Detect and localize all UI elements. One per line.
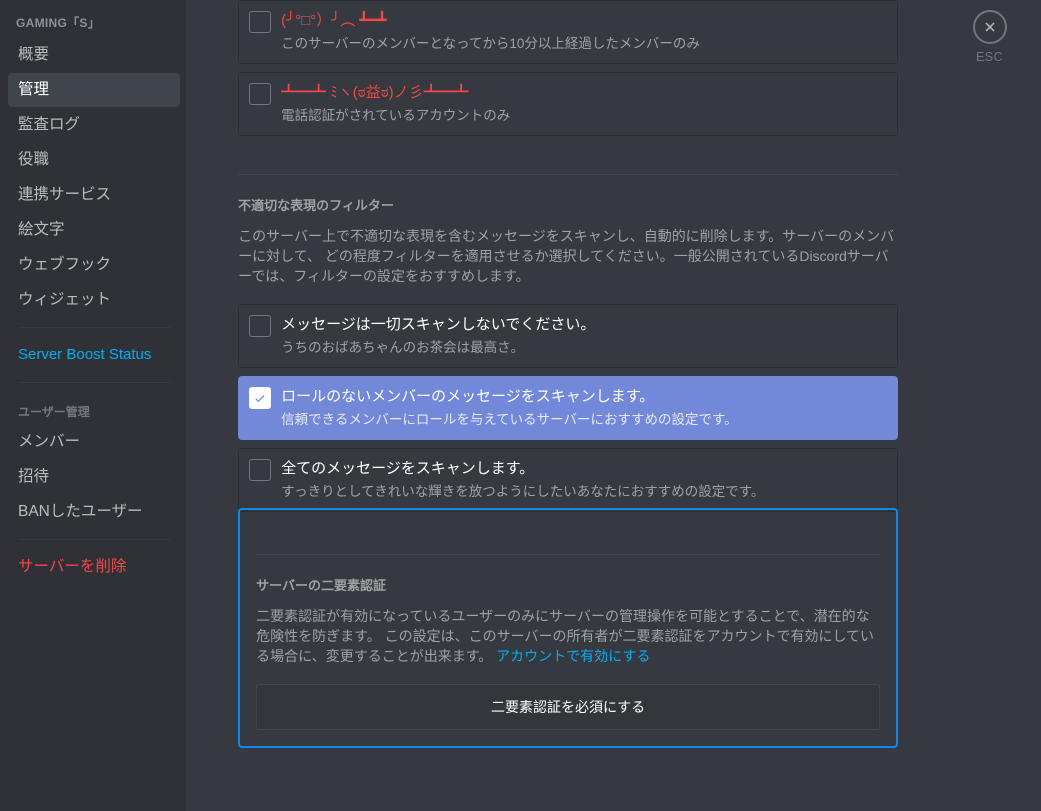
option-desc: すっきりとしてきれいな輝きを放つようにしたいあなたにおすすめの設定です。 bbox=[281, 483, 887, 501]
checkbox-icon bbox=[249, 83, 271, 105]
content-area: (╯°□°）╯︵ ┻━┻ このサーバーのメンバーとなってから10分以上経過したメ… bbox=[186, 0, 938, 811]
close-label: ESC bbox=[976, 50, 1003, 64]
filter-section-title: 不適切な表現のフィルター bbox=[238, 195, 898, 214]
sidebar-item-delete-server[interactable]: サーバーを削除 bbox=[8, 550, 180, 584]
sidebar-item-emoji[interactable]: 絵文字 bbox=[8, 213, 180, 247]
sidebar-item-moderation[interactable]: 管理 bbox=[8, 73, 180, 107]
verification-option-highest[interactable]: ┻━┻ ﾐヽ(ಠ益ಠ)ノ彡┻━┻ 電話認証がされているアカウントのみ bbox=[238, 72, 898, 136]
filter-option-all[interactable]: 全てのメッセージをスキャンします。 すっきりとしてきれいな輝きを放つようにしたい… bbox=[238, 448, 898, 512]
close-button[interactable] bbox=[973, 10, 1007, 44]
sidebar-item-audit-log[interactable]: 監査ログ bbox=[8, 108, 180, 142]
checkbox-icon bbox=[249, 387, 271, 409]
option-title: ┻━┻ ﾐヽ(ಠ益ಠ)ノ彡┻━┻ bbox=[281, 83, 887, 103]
sidebar-item-invites[interactable]: 招待 bbox=[8, 460, 180, 494]
sidebar-section-user-mgmt: ユーザー管理 bbox=[8, 393, 180, 424]
section-divider bbox=[238, 174, 898, 175]
checkbox-icon bbox=[249, 315, 271, 337]
option-desc: 信頼できるメンバーにロールを与えているサーバーにおすすめの設定です。 bbox=[281, 411, 887, 429]
twofa-section-title: サーバーの二要素認証 bbox=[256, 575, 880, 594]
sidebar-item-roles[interactable]: 役職 bbox=[8, 143, 180, 177]
filter-option-none[interactable]: メッセージは一切スキャンしないでください。 うちのおばあちゃんのお茶会は最高さ。 bbox=[238, 304, 898, 368]
option-desc: うちのおばあちゃんのお茶会は最高さ。 bbox=[281, 339, 887, 357]
sidebar-item-integrations[interactable]: 連携サービス bbox=[8, 178, 180, 212]
sidebar-item-widget[interactable]: ウィジェット bbox=[8, 283, 180, 317]
option-title: ロールのないメンバーのメッセージをスキャンします。 bbox=[281, 387, 887, 407]
require-twofa-button[interactable]: 二要素認証を必須にする bbox=[256, 684, 880, 730]
settings-sidebar: GAMING「S」 概要 管理 監査ログ 役職 連携サービス 絵文字 ウェブフッ… bbox=[0, 0, 186, 811]
filter-option-no-role[interactable]: ロールのないメンバーのメッセージをスキャンします。 信頼できるメンバーにロールを… bbox=[238, 376, 898, 440]
option-desc: このサーバーのメンバーとなってから10分以上経過したメンバーのみ bbox=[281, 35, 887, 53]
close-icon bbox=[982, 19, 998, 35]
option-title: (╯°□°）╯︵ ┻━┻ bbox=[281, 11, 887, 31]
close-area: ESC bbox=[938, 0, 1041, 811]
sidebar-item-overview[interactable]: 概要 bbox=[8, 38, 180, 72]
sidebar-item-boost-status[interactable]: Server Boost Status bbox=[8, 338, 180, 372]
option-desc: 電話認証がされているアカウントのみ bbox=[281, 107, 887, 125]
sidebar-item-bans[interactable]: BANしたユーザー bbox=[8, 495, 180, 529]
option-title: 全てのメッセージをスキャンします。 bbox=[281, 459, 887, 479]
twofa-enable-link[interactable]: アカウントで有効にする bbox=[496, 648, 650, 664]
sidebar-item-webhooks[interactable]: ウェブフック bbox=[8, 248, 180, 282]
option-title: メッセージは一切スキャンしないでください。 bbox=[281, 315, 887, 335]
twofa-section-body: 二要素認証が有効になっているユーザーのみにサーバーの管理操作を可能とすることで、… bbox=[256, 606, 880, 666]
sidebar-server-name: GAMING「S」 bbox=[8, 10, 180, 37]
checkbox-icon bbox=[249, 459, 271, 481]
twofa-highlight-box: サーバーの二要素認証 二要素認証が有効になっているユーザーのみにサーバーの管理操… bbox=[238, 508, 898, 748]
sidebar-item-members[interactable]: メンバー bbox=[8, 425, 180, 459]
section-divider bbox=[256, 554, 880, 555]
filter-section-body: このサーバー上で不適切な表現を含むメッセージをスキャンし、自動的に削除します。サ… bbox=[238, 226, 898, 286]
checkbox-icon bbox=[249, 11, 271, 33]
verification-option-high[interactable]: (╯°□°）╯︵ ┻━┻ このサーバーのメンバーとなってから10分以上経過したメ… bbox=[238, 0, 898, 64]
